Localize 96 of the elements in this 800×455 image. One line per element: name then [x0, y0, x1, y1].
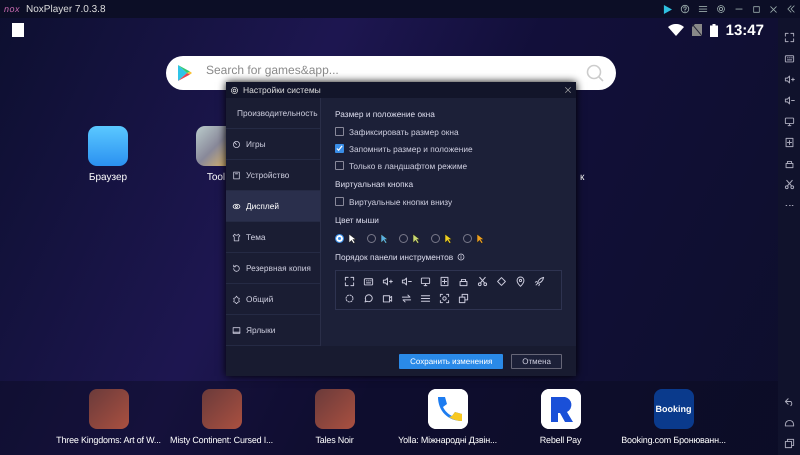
double-chevron-icon[interactable] [786, 4, 796, 14]
shirt-icon [232, 232, 241, 242]
bag-icon[interactable] [458, 276, 469, 287]
menu-icon[interactable] [698, 4, 708, 14]
back-icon[interactable] [784, 396, 794, 407]
windows-icon[interactable] [458, 293, 469, 304]
close-icon[interactable] [769, 4, 778, 14]
scissors-icon[interactable] [477, 276, 488, 287]
clock-icon [232, 140, 241, 148]
checkbox[interactable] [335, 144, 344, 153]
expand-icon[interactable] [344, 276, 355, 287]
app-label: Booking.com Бронюванн... [621, 435, 726, 445]
battery-icon [710, 24, 718, 36]
save-button[interactable]: Сохранить изменения [399, 354, 504, 368]
rocket-icon[interactable] [534, 276, 545, 287]
shortcut-icon [232, 326, 241, 334]
sidebar-item[interactable]: Общий [226, 284, 320, 315]
close-icon [564, 86, 572, 94]
app-label: к [580, 172, 584, 183]
swap-arrows-icon[interactable] [401, 293, 412, 304]
app-label: Rebell Pay [540, 435, 582, 445]
app-label: Tool [206, 172, 226, 183]
location-pin-icon[interactable] [515, 276, 526, 287]
keyboard-icon[interactable] [784, 53, 794, 64]
sidebar-item[interactable]: Тема [226, 222, 320, 253]
sidebar-item[interactable]: Дисплей [226, 191, 320, 222]
game-app-icon[interactable] [88, 389, 128, 429]
search-input[interactable]: Search for games&app... [206, 62, 572, 78]
recents-icon[interactable] [784, 438, 794, 449]
chat-bubble-icon[interactable] [363, 293, 374, 304]
bag-icon[interactable] [784, 158, 794, 169]
section-title: Порядок панели инструментов [335, 252, 454, 262]
radio-button[interactable] [399, 234, 408, 242]
settings-icon[interactable] [716, 4, 726, 14]
clock-time: 13:47 [726, 22, 764, 38]
add-file-icon[interactable] [439, 276, 450, 287]
radio-button[interactable] [367, 234, 376, 242]
rotate-icon[interactable] [496, 276, 507, 287]
eye-icon [232, 202, 241, 210]
radio-button[interactable] [463, 234, 472, 242]
checkbox[interactable] [335, 161, 344, 170]
game-app-icon[interactable] [202, 389, 242, 429]
browser-app-icon[interactable] [88, 126, 128, 166]
play-icon[interactable] [663, 4, 672, 14]
no-sim-icon [692, 24, 702, 36]
help-icon[interactable] [680, 4, 690, 14]
play-store-icon [178, 65, 192, 81]
volume-up-icon[interactable] [784, 74, 794, 85]
close-button[interactable] [564, 86, 572, 94]
cancel-button[interactable]: Отмена [511, 354, 562, 368]
monitor-icon[interactable] [420, 276, 431, 287]
screenshot-icon[interactable] [439, 293, 450, 304]
window-title: NoxPlayer 7.0.3.8 [26, 4, 107, 14]
scissors-icon[interactable] [784, 179, 794, 190]
badge-icon [232, 294, 241, 304]
backup-icon [232, 264, 241, 272]
app-logo: nox [4, 4, 20, 14]
menu-icon[interactable] [420, 293, 431, 304]
app-label: Браузер [88, 172, 128, 183]
monitor-icon[interactable] [784, 116, 794, 127]
wifi-icon [668, 24, 684, 36]
checkbox[interactable] [335, 197, 344, 206]
volume-down-icon[interactable] [784, 95, 794, 106]
dotted-circle-icon[interactable] [344, 293, 355, 304]
sidebar-item[interactable]: Резервная копия [226, 253, 320, 284]
home-icon[interactable] [784, 417, 794, 428]
checkbox-label: Зафиксировать размер окна [349, 126, 459, 136]
volume-up-icon[interactable] [382, 276, 393, 287]
settings-icon [230, 86, 239, 94]
app-label: Misty Continent: Cursed I... [170, 435, 273, 445]
fist-logo-app-icon[interactable] [540, 389, 580, 429]
volume-down-icon[interactable] [401, 276, 412, 287]
maximize-icon[interactable] [752, 4, 761, 14]
section-title: Виртуальная кнопка [335, 179, 414, 189]
checkbox[interactable] [335, 127, 344, 136]
checkbox-label: Виртуальные кнопки внизу [349, 196, 452, 206]
checkbox-label: Запомнить размер и положение [349, 144, 473, 154]
app-label: Tales Noir [315, 435, 354, 445]
sidebar-item[interactable]: Игры [226, 129, 320, 160]
phone-app-icon[interactable] [428, 389, 468, 429]
radio-button[interactable] [431, 234, 440, 242]
info-icon [457, 253, 466, 261]
app-label: Three Kingdoms: Art of W... [56, 435, 161, 445]
expand-icon[interactable] [784, 32, 794, 43]
checkbox-label: Только в ландшафтом режиме [349, 160, 468, 170]
app-label: Yolla: Міжнародні Дзвін... [398, 435, 497, 445]
video-icon[interactable] [382, 293, 393, 304]
section-title: Цвет мыши [335, 215, 379, 225]
keyboard-icon[interactable] [363, 276, 374, 287]
add-file-icon[interactable] [784, 137, 794, 148]
radio-button[interactable] [335, 234, 344, 242]
device-icon [232, 170, 241, 180]
sidebar-item[interactable]: Производительность [226, 98, 320, 129]
section-title: Размер и положение окна [335, 109, 435, 119]
booking-app-icon[interactable]: Booking [654, 389, 694, 429]
game-app-icon[interactable] [314, 389, 354, 429]
